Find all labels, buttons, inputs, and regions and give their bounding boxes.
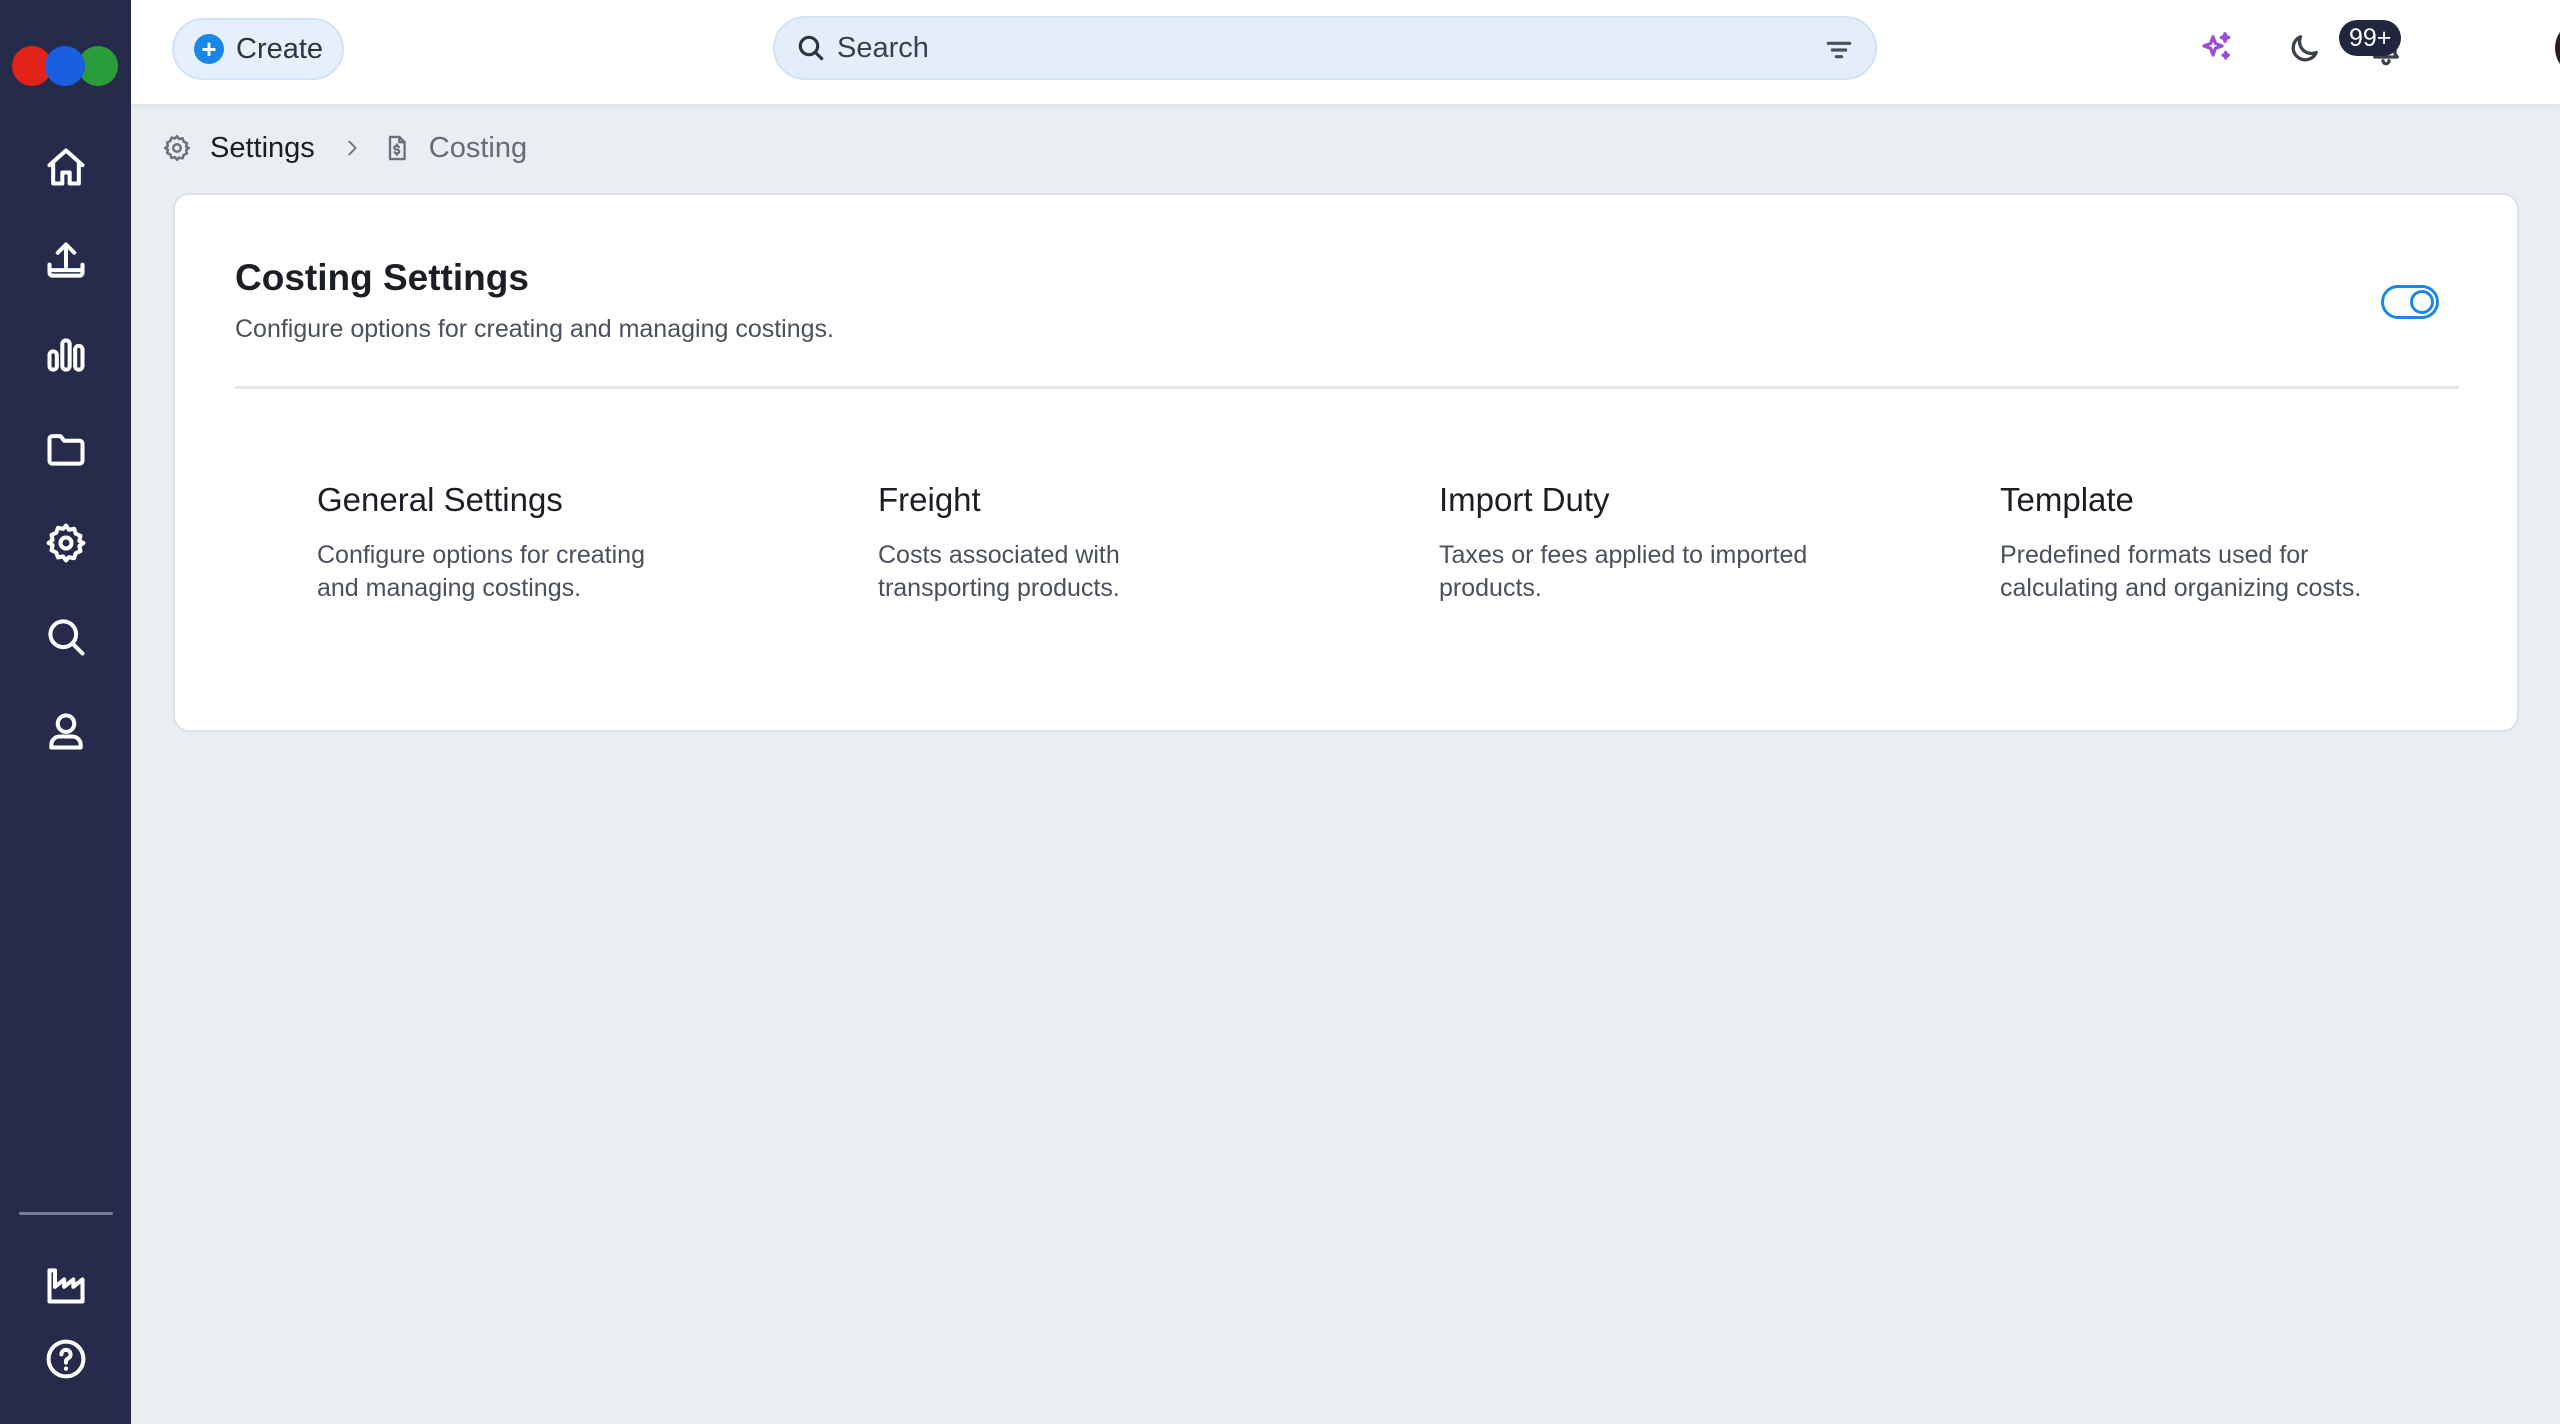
sidebar-item-help[interactable] [35,1328,97,1390]
notification-count-badge: 99+ [2339,20,2402,56]
sidebar-item-account[interactable] [35,700,97,762]
search-icon [48,619,85,656]
sidebar [0,0,131,1424]
toggle-knob [2410,290,2434,314]
home-icon [47,148,85,186]
bar-chart-icon [47,338,85,372]
brand-logo[interactable] [10,42,120,92]
tile-general-settings[interactable]: General Settings Configure options for c… [317,481,737,605]
create-button[interactable]: + Create [172,18,344,80]
sidebar-divider [19,1212,113,1215]
plus-icon: + [194,34,224,64]
sidebar-item-settings[interactable] [35,512,97,574]
card-divider [235,386,2459,389]
tile-title: General Settings [317,481,563,518]
breadcrumb-costing-label: Costing [428,131,528,164]
sidebar-item-upload[interactable] [35,230,97,292]
tile-import-duty[interactable]: Import Duty Taxes or fees applied to imp… [1439,481,1859,605]
top-bar: + Create 99+ [131,0,2560,104]
search-input[interactable] [837,28,1797,68]
upload-icon [47,242,85,278]
breadcrumb-settings-label: Settings [210,131,315,164]
app-root: + Create 99+ Settings [0,0,2560,1424]
search-icon [798,35,824,61]
tile-freight[interactable]: Freight Costs associated with transporti… [878,481,1298,605]
sparkles-icon [2202,32,2231,60]
document-dollar-icon [388,135,406,161]
sidebar-item-home[interactable] [35,136,97,198]
help-icon [46,1339,86,1379]
search-bar [773,16,1877,80]
costing-settings-card: Costing Settings Configure options for c… [173,193,2519,732]
sidebar-item-files[interactable] [35,418,97,480]
breadcrumb: Settings Costing [162,126,527,170]
filter-button[interactable] [1823,34,1855,66]
tile-description: Configure options for creating and manag… [317,541,645,602]
tile-template[interactable]: Template Predefined formats used for cal… [2000,481,2420,605]
avatar[interactable] [2555,20,2560,76]
page-subtitle: Configure options for creating and manag… [235,315,834,343]
tile-title: Import Duty [1439,481,1610,518]
sidebar-item-reports[interactable] [35,324,97,386]
breadcrumb-costing[interactable]: Costing [383,132,527,165]
tile-description: Costs associated with transporting produ… [878,541,1120,602]
folder-icon [47,434,85,466]
sidebar-item-search[interactable] [35,606,97,668]
tile-title: Template [2000,481,2134,518]
filter-icon [1826,41,1852,59]
tile-description: Predefined formats used for calculating … [2000,541,2362,602]
sidebar-item-factory[interactable] [35,1254,97,1316]
breadcrumb-settings[interactable]: Settings [162,132,315,165]
page-title: Costing Settings [235,257,529,298]
tile-title: Freight [878,481,981,518]
gear-icon [46,523,86,563]
chevron-right-icon [348,140,357,156]
tile-description: Taxes or fees applied to imported produc… [1439,541,1808,602]
user-icon [49,713,83,750]
gear-icon [163,134,191,162]
costing-enabled-toggle[interactable] [2381,285,2439,319]
ai-assistant-button[interactable] [2189,20,2243,76]
dark-mode-toggle[interactable] [2278,20,2332,76]
factory-icon [47,1268,85,1304]
create-button-label: Create [236,32,324,65]
logo-blue-circle [45,46,85,86]
moon-icon [2291,35,2318,62]
